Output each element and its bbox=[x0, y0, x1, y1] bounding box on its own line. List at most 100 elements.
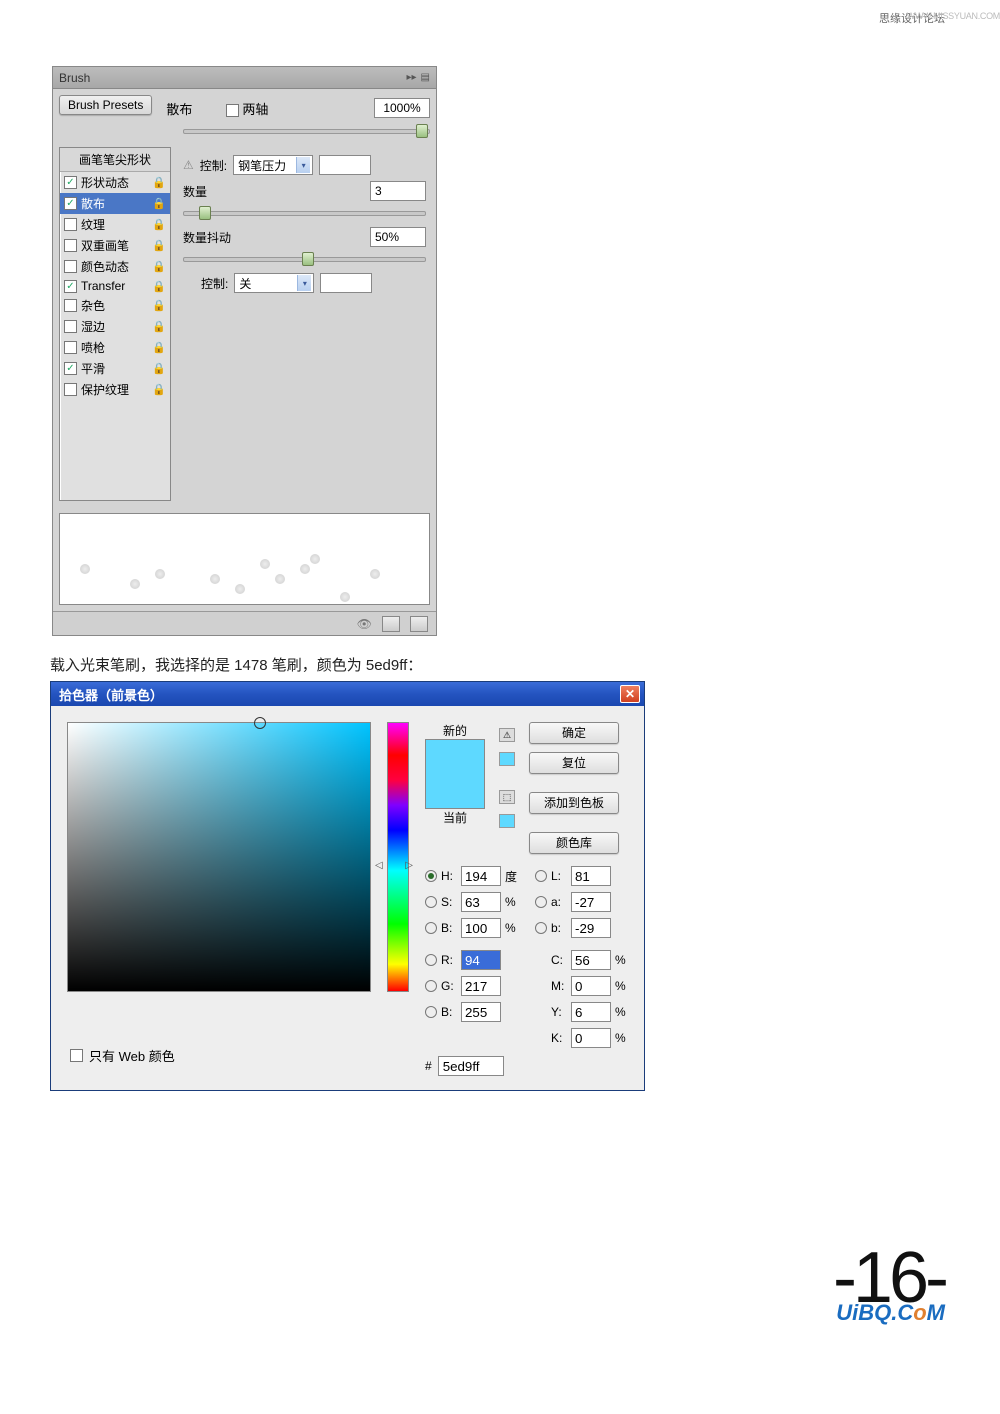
count-label: 数量 bbox=[183, 183, 243, 200]
checkbox-icon[interactable]: ✓ bbox=[64, 176, 77, 189]
collapse-icon[interactable]: ▸▸ bbox=[407, 72, 417, 83]
web-only-checkbox[interactable] bbox=[70, 1049, 83, 1062]
sidebar-item-shape-dynamics[interactable]: ✓形状动态🔒 bbox=[60, 172, 170, 193]
cancel-button[interactable]: 复位 bbox=[529, 752, 619, 774]
control2-value-input[interactable] bbox=[320, 273, 372, 293]
lock-icon[interactable]: 🔒 bbox=[152, 383, 166, 396]
checkbox-icon[interactable] bbox=[64, 260, 77, 273]
add-swatch-button[interactable]: 添加到色板 bbox=[529, 792, 619, 814]
m-input[interactable] bbox=[571, 976, 611, 996]
scatter-slider-thumb[interactable] bbox=[416, 124, 428, 138]
checkbox-icon[interactable]: ✓ bbox=[64, 362, 77, 375]
c-input[interactable] bbox=[571, 950, 611, 970]
checkbox-icon[interactable] bbox=[64, 239, 77, 252]
b2-input[interactable] bbox=[571, 918, 611, 938]
radio-r[interactable] bbox=[425, 954, 437, 966]
color-libraries-button[interactable]: 颜色库 bbox=[529, 832, 619, 854]
hue-slider[interactable] bbox=[387, 722, 409, 992]
lock-icon[interactable]: 🔒 bbox=[152, 197, 166, 210]
menu-icon[interactable]: ▤ bbox=[421, 72, 430, 83]
radio-h[interactable] bbox=[425, 870, 437, 882]
cube-icon[interactable]: ⬚ bbox=[499, 790, 515, 804]
lock-icon[interactable]: 🔒 bbox=[152, 239, 166, 252]
jitter-slider-thumb[interactable] bbox=[302, 252, 314, 266]
checkbox-icon[interactable]: ✓ bbox=[64, 197, 77, 210]
sidebar-item-dual-brush[interactable]: 双重画笔🔒 bbox=[60, 235, 170, 256]
sidebar-item-transfer[interactable]: ✓Transfer🔒 bbox=[60, 277, 170, 295]
ok-button[interactable]: 确定 bbox=[529, 722, 619, 744]
sidebar-item-texture[interactable]: 纹理🔒 bbox=[60, 214, 170, 235]
hex-input[interactable] bbox=[438, 1056, 504, 1076]
h-input[interactable] bbox=[461, 866, 501, 886]
checkbox-icon[interactable] bbox=[64, 320, 77, 333]
checkbox-icon[interactable] bbox=[64, 383, 77, 396]
checkbox-icon[interactable] bbox=[64, 341, 77, 354]
brush-presets-button[interactable]: Brush Presets bbox=[59, 95, 152, 115]
control1-value-input[interactable] bbox=[319, 155, 371, 175]
websafe-icon[interactable] bbox=[499, 752, 515, 766]
radio-bv[interactable] bbox=[425, 1006, 437, 1018]
radio-g[interactable] bbox=[425, 980, 437, 992]
lock-icon[interactable]: 🔒 bbox=[152, 218, 166, 231]
brush-tip-shape[interactable]: 画笔笔尖形状 bbox=[60, 148, 170, 172]
radio-l[interactable] bbox=[535, 870, 547, 882]
control1-select[interactable]: 钢笔压力▾ bbox=[233, 155, 313, 175]
toggle-icon[interactable]: 👁 bbox=[357, 617, 372, 631]
new-preset-icon[interactable] bbox=[382, 616, 400, 632]
y-input[interactable] bbox=[571, 1002, 611, 1022]
checkbox-icon[interactable]: ✓ bbox=[64, 280, 77, 293]
color-swatch bbox=[425, 739, 485, 809]
count-slider-track[interactable] bbox=[183, 211, 426, 216]
lock-icon[interactable]: 🔒 bbox=[152, 280, 166, 293]
sidebar-item-color-dynamics[interactable]: 颜色动态🔒 bbox=[60, 256, 170, 277]
checkbox-icon[interactable] bbox=[64, 218, 77, 231]
radio-b1[interactable] bbox=[425, 922, 437, 934]
checkbox-icon[interactable] bbox=[64, 299, 77, 312]
saturation-field[interactable] bbox=[67, 722, 371, 992]
radio-a[interactable] bbox=[535, 896, 547, 908]
b1-input[interactable] bbox=[461, 918, 501, 938]
both-axes-checkbox[interactable] bbox=[226, 104, 239, 117]
control1-label: 控制: bbox=[200, 157, 227, 174]
bv-input[interactable] bbox=[461, 1002, 501, 1022]
lock-icon[interactable]: 🔒 bbox=[152, 320, 166, 333]
current-color-swatch[interactable] bbox=[426, 774, 484, 808]
trash-icon[interactable] bbox=[410, 616, 428, 632]
new-label: 新的 bbox=[425, 722, 485, 739]
websafe-2-icon[interactable] bbox=[499, 814, 515, 828]
sidebar-item-noise[interactable]: 杂色🔒 bbox=[60, 295, 170, 316]
lock-icon[interactable]: 🔒 bbox=[152, 362, 166, 375]
color-picker-titlebar[interactable]: 拾色器（前景色） ✕ bbox=[51, 682, 644, 706]
k-input[interactable] bbox=[571, 1028, 611, 1048]
r-input[interactable] bbox=[461, 950, 501, 970]
sidebar-item-airbrush[interactable]: 喷枪🔒 bbox=[60, 337, 170, 358]
close-icon[interactable]: ✕ bbox=[620, 685, 640, 703]
chevron-down-icon: ▾ bbox=[296, 157, 310, 173]
lock-icon[interactable]: 🔒 bbox=[152, 176, 166, 189]
s-input[interactable] bbox=[461, 892, 501, 912]
lock-icon[interactable]: 🔒 bbox=[152, 260, 166, 273]
sidebar-item-smoothing[interactable]: ✓平滑🔒 bbox=[60, 358, 170, 379]
sidebar-item-protect-texture[interactable]: 保护纹理🔒 bbox=[60, 379, 170, 400]
radio-b2[interactable] bbox=[535, 922, 547, 934]
sidebar-item-scattering[interactable]: ✓散布🔒 bbox=[60, 193, 170, 214]
control2-select[interactable]: 关▾ bbox=[234, 273, 314, 293]
scatter-slider-track[interactable] bbox=[183, 129, 430, 134]
radio-s[interactable] bbox=[425, 896, 437, 908]
jitter-input[interactable] bbox=[370, 227, 426, 247]
scatter-value-input[interactable] bbox=[374, 98, 430, 118]
chevron-down-icon: ▾ bbox=[297, 275, 311, 291]
warning-icon[interactable]: ⚠ bbox=[499, 728, 515, 742]
brush-sidebar: 画笔笔尖形状 ✓形状动态🔒 ✓散布🔒 纹理🔒 双重画笔🔒 颜色动态🔒 ✓Tran… bbox=[59, 147, 171, 501]
lock-icon[interactable]: 🔒 bbox=[152, 299, 166, 312]
count-input[interactable] bbox=[370, 181, 426, 201]
g-input[interactable] bbox=[461, 976, 501, 996]
a-input[interactable] bbox=[571, 892, 611, 912]
sidebar-item-wet-edges[interactable]: 湿边🔒 bbox=[60, 316, 170, 337]
l-input[interactable] bbox=[571, 866, 611, 886]
color-marker[interactable] bbox=[254, 717, 266, 729]
lock-icon[interactable]: 🔒 bbox=[152, 341, 166, 354]
count-slider-thumb[interactable] bbox=[199, 206, 211, 220]
hue-marker[interactable]: ◁▷ bbox=[375, 860, 413, 871]
web-only-row[interactable]: 只有 Web 颜色 bbox=[70, 1046, 175, 1065]
